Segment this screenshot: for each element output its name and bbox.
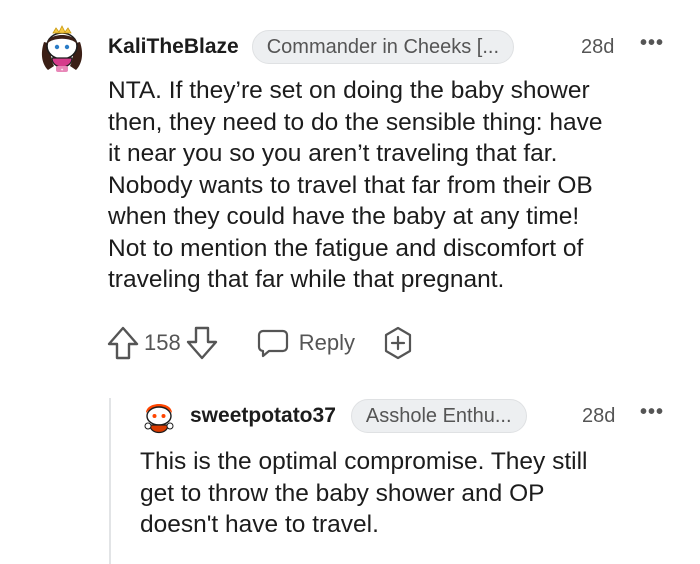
upvote-arrow-icon[interactable]: [106, 325, 140, 361]
more-options-icon[interactable]: •••: [640, 32, 664, 55]
reply-username[interactable]: sweetpotato37: [190, 404, 336, 428]
reply-header: sweetpotato37 Asshole Enthu...: [190, 397, 527, 435]
comment-timestamp[interactable]: 28d: [581, 36, 614, 59]
snoo-avatar-icon[interactable]: ✦: [34, 20, 90, 76]
comment-actions: 158 Reply: [106, 324, 415, 362]
more-options-icon[interactable]: •••: [640, 401, 664, 424]
snoo-avatar-icon[interactable]: [138, 395, 180, 437]
comment-body: NTA. If they’re set on doing the baby sh…: [108, 77, 603, 293]
speech-bubble-icon: [257, 328, 289, 358]
reply-timestamp[interactable]: 28d: [582, 405, 615, 428]
reply-label: Reply: [298, 330, 355, 355]
comment-thread: ✦ KaliTheBlaze Commander in Cheeks [... …: [0, 0, 700, 564]
reply-body: This is the optimal compromise. They sti…: [140, 448, 588, 538]
downvote-arrow-icon[interactable]: [185, 325, 219, 361]
vote-count: 158: [144, 330, 181, 355]
reply-button[interactable]: Reply: [257, 328, 355, 358]
user-flair: Commander in Cheeks [...: [251, 30, 515, 64]
award-plus-icon[interactable]: [381, 326, 415, 360]
thread-line[interactable]: [109, 398, 111, 564]
user-flair: Asshole Enthu...: [350, 399, 527, 433]
comment-header: KaliTheBlaze Commander in Cheeks [...: [108, 28, 515, 66]
comment-username[interactable]: KaliTheBlaze: [108, 35, 239, 59]
